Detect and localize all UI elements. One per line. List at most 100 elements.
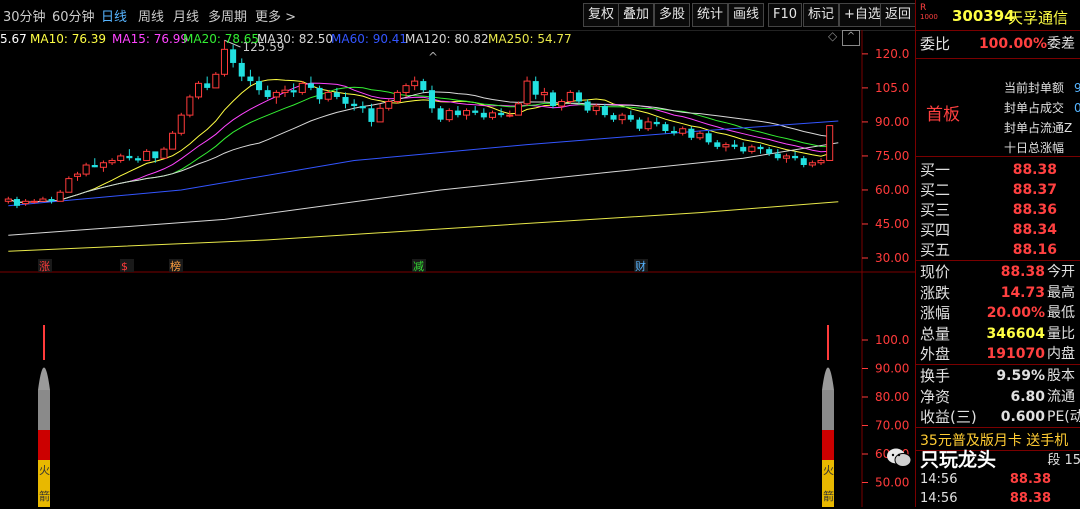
rocket-right-nose [822,367,834,390]
candle-body [774,153,781,159]
stock-code[interactable]: 300394 [952,7,1015,25]
tab-daily[interactable]: 日线 [101,6,127,25]
ma-legend-item: MA15: 76.99 [112,32,189,46]
candle-body [679,128,687,134]
tick-extra: 段 15 [1047,453,1080,468]
board-value: 9 [1074,81,1080,95]
candle-body [186,96,194,116]
buys-value: 88.38 [1012,162,1057,178]
overlay-button[interactable]: 叠加 [618,3,655,27]
candle-body [757,146,764,150]
board-item: 封单占流通Z [1004,121,1073,135]
f10-button[interactable]: F10 [768,3,803,27]
candle-body [298,82,306,93]
candle-body [56,191,64,202]
candle-body [13,199,20,206]
tab-multi-period[interactable]: 多周期 [208,6,247,25]
tick-time: 14:56 [920,472,958,487]
ma-legend-item: MA250: 54.77 [488,32,572,46]
add-watchlist-button[interactable]: +自选 [839,3,886,27]
tab-weekly[interactable]: 周线 [138,6,164,25]
stock-name[interactable]: 天孚通信 [1008,7,1068,28]
price-axis-label: 105.0 [875,81,909,95]
candle-body [30,200,38,203]
candle-body [264,90,271,97]
rocket-left-label: 箭 [39,489,50,503]
candle-body [169,132,177,150]
candle-body [627,115,634,120]
rocket-left-label: 火 [39,464,50,477]
quotes-row: 总量 346604 量比 [916,324,1080,344]
candle-body [22,200,30,205]
candle-body [696,132,704,139]
badge-top: R [920,3,927,13]
price-axis-label: 90.00 [875,115,909,129]
candle-body [498,112,505,116]
mark-button[interactable]: 标记 [803,3,840,27]
quotes-label2: 今开 [1047,264,1075,280]
stats-button[interactable]: 统计 [692,3,729,27]
candle-body [454,110,461,116]
price-axis-label: 120.0 [875,47,909,61]
candle-body [514,103,522,116]
buys-value: 88.16 [1012,242,1057,258]
diamond-icon[interactable]: ◇ [828,29,837,43]
candle-body [540,91,548,96]
rocket-right-label: 火 [823,464,834,477]
price-axis-label: 60.00 [875,183,909,197]
up-arrow-icon[interactable]: ^ [428,50,438,64]
candle-body [722,144,730,148]
candle-body [662,124,669,131]
board-item: 封单占成交 [1004,101,1065,115]
candle-body [766,149,773,154]
tab-more[interactable]: 更多 > [255,6,296,25]
ma-line [8,82,830,203]
fund-row: 换手 9.59% 股本 [916,366,1080,386]
buys-value: 88.36 [1012,202,1057,218]
draw-line-button[interactable]: 画线 [728,3,765,27]
quotes-value: 20.00% [986,305,1045,321]
candle-body [566,91,574,103]
candle-body [324,91,332,100]
candle-body [688,128,695,138]
quotes-label: 外盘 [920,345,951,363]
kline-chart[interactable]: 120.0 105.0 90.00 75.00 60.00 45.00 30.00 100.0… [0,30,915,507]
collapse-icon[interactable]: ^ [842,30,860,46]
buys-label: 买五 [920,241,951,259]
chart-area[interactable]: 120.0 105.0 90.00 75.00 60.00 45.00 30.00 100.0… [0,29,915,507]
quote-panel: R 1000 300394 天孚通信 委比 100.00% 委差 首板 当前封单… [887,0,1080,507]
multi-stock-button[interactable]: 多股 [654,3,691,27]
candle-body [281,89,289,93]
tab-30min[interactable]: 30分钟 [3,6,46,25]
quotes-row: 外盘 191070 内盘 [916,344,1080,364]
candle-body [73,173,82,177]
tab-60min[interactable]: 60分钟 [52,6,95,25]
candle-body [748,146,756,152]
candle-body [558,101,566,107]
fund-label: 收益(三) [920,408,977,426]
candle-body [230,49,237,63]
buys-row: 买二 88.37 [916,180,1080,200]
weibi-value: 100.00% [978,36,1047,52]
tab-monthly[interactable]: 月线 [173,6,199,25]
tick-row: 14:56 88.38 [916,470,1080,490]
candle-body [463,110,471,116]
quotes-label2: 内盘 [1047,346,1075,362]
ma60-line [8,120,839,207]
quotes-label2: 最低 [1047,305,1075,321]
rocket-left-nose [38,367,50,390]
stock-badge: R 1000 [920,4,950,26]
fuquan-button[interactable]: 复权 [583,3,620,27]
candle-body [506,114,514,117]
candle-body [644,121,652,130]
ma-line [8,91,830,203]
candle-body [549,92,557,107]
candle-body [445,110,453,121]
candle-body [247,76,254,82]
rocket-left-body [38,390,50,430]
ma120-line [8,142,839,236]
back-button[interactable]: 返回 [880,3,917,27]
candle-body [256,81,263,91]
board-info: 当前封单额 封单占成交 封单占流通Z 十日总涨幅 [1004,78,1072,158]
board-value: 0 [1074,101,1080,115]
